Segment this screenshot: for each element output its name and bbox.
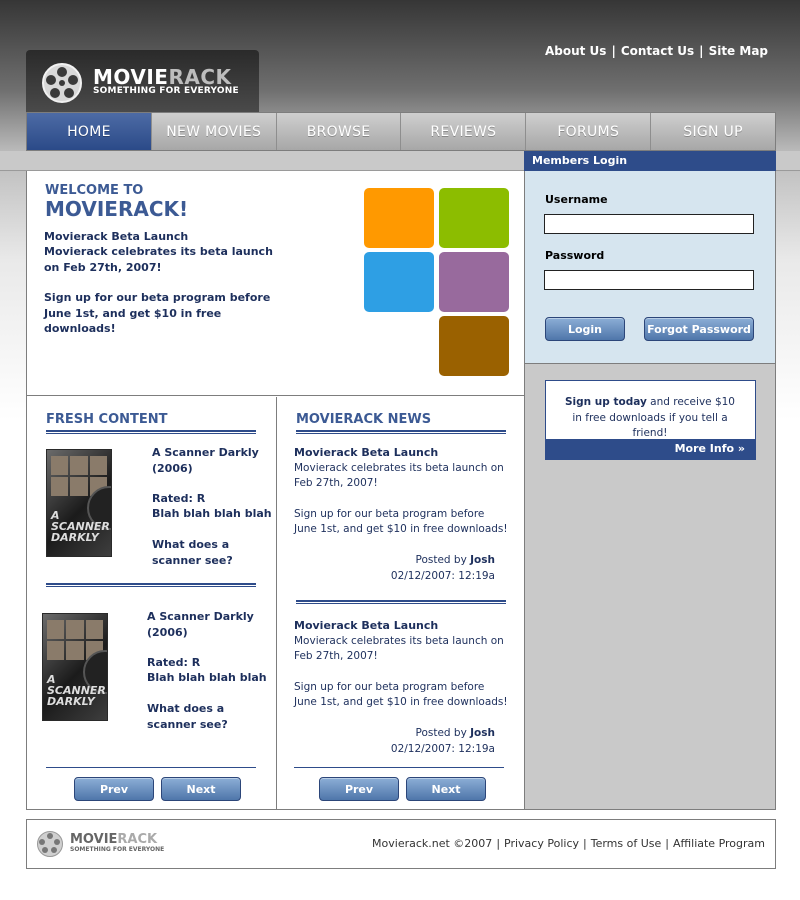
login-form: Username Password Login Forgot Password — [525, 171, 775, 364]
divider — [46, 430, 256, 434]
nav-browse[interactable]: BROWSE — [275, 113, 401, 150]
main-nav: HOME NEW MOVIES BROWSE REVIEWS FORUMS SI… — [26, 112, 776, 151]
nav-reviews[interactable]: REVIEWS — [400, 113, 525, 150]
divider — [296, 430, 506, 434]
prev-button[interactable]: Prev — [319, 777, 399, 801]
divider — [296, 600, 506, 604]
logo[interactable]: MOVIERACK SOMETHING FOR EVERYONE — [26, 50, 259, 112]
movie-title-link[interactable]: A Scanner Darkly (2006) — [147, 609, 272, 640]
movie-rating: Rated: R — [152, 492, 206, 505]
news-item-title[interactable]: Movierack Beta Launch — [294, 445, 509, 461]
logo-tagline: SOMETHING FOR EVERYONE — [93, 86, 239, 96]
film-reel-icon — [37, 831, 63, 857]
orange-square — [364, 188, 434, 248]
about-us-link[interactable]: About Us — [545, 44, 606, 58]
members-login-header: Members Login — [524, 151, 776, 171]
fresh-content-column: FRESH CONTENT A SCANNER DARKLY A Scanner… — [27, 397, 277, 810]
login-button[interactable]: Login — [545, 317, 625, 341]
movie-description: Blah blah blah blah — [147, 671, 267, 684]
purple-square — [439, 252, 509, 312]
news-item: Movierack Beta Launch Movierack celebrat… — [294, 445, 509, 538]
dvd-cover-image[interactable]: A SCANNER DARKLY — [42, 613, 108, 721]
nav-forums[interactable]: FORUMS — [525, 113, 650, 150]
film-reel-icon — [42, 63, 82, 103]
news-item-body: Movierack celebrates its beta launch on … — [294, 461, 504, 490]
fresh-content-title: FRESH CONTENT — [46, 412, 168, 427]
separator: | — [611, 44, 616, 58]
footer-links: Movierack.net ©2007 | Privacy Policy | Terms… — [372, 837, 765, 850]
separator: | — [699, 44, 704, 58]
welcome-body-2: Sign up for our beta program before June… — [44, 291, 271, 335]
green-square — [439, 188, 509, 248]
movie-title-link[interactable]: A Scanner Darkly (2006) — [152, 445, 277, 476]
prev-button[interactable]: Prev — [74, 777, 154, 801]
forgot-password-button[interactable]: Forgot Password — [644, 317, 754, 341]
footer-logo-tagline: SOMETHING FOR EVERYONE — [70, 846, 165, 853]
more-info-link[interactable]: More Info » — [546, 439, 755, 459]
next-button[interactable]: Next — [406, 777, 486, 801]
terms-of-use-link[interactable]: Terms of Use — [591, 837, 662, 850]
news-column: MOVIERACK NEWS Movierack Beta Launch Mov… — [277, 397, 525, 810]
password-input[interactable] — [544, 270, 754, 290]
news-item-title[interactable]: Movierack Beta Launch — [294, 618, 509, 634]
welcome-heading: Movierack Beta Launch — [44, 230, 189, 243]
news-item-body-2: Sign up for our beta program before June… — [294, 507, 508, 536]
author-link[interactable]: Josh — [470, 554, 495, 566]
welcome-small-title: WELCOME TO — [45, 183, 144, 198]
promo-text: Sign up today and receive $10 in free do… — [565, 396, 735, 439]
privacy-policy-link[interactable]: Privacy Policy — [504, 837, 579, 850]
welcome-section: WELCOME TO MOVIERACK! Movierack Beta Lau… — [27, 171, 524, 396]
username-label: Username — [545, 193, 608, 206]
news-item: Movierack Beta Launch Movierack celebrat… — [294, 618, 509, 711]
contact-us-link[interactable]: Contact Us — [621, 44, 694, 58]
affiliate-program-link[interactable]: Affiliate Program — [673, 837, 765, 850]
username-input[interactable] — [544, 214, 754, 234]
blue-square — [364, 252, 434, 312]
divider — [294, 767, 504, 768]
copyright-text: Movierack.net ©2007 — [372, 837, 493, 850]
site-map-link[interactable]: Site Map — [709, 44, 768, 58]
movie-question: What does a scanner see? — [152, 538, 233, 567]
news-item-date: 02/12/2007: 12:19a — [390, 742, 495, 755]
news-item-meta: Posted by Josh 02/12/2007: 12:19a — [294, 726, 495, 757]
news-item-body: Movierack celebrates its beta launch on … — [294, 634, 504, 663]
password-label: Password — [545, 249, 605, 262]
brown-square — [439, 316, 509, 376]
nav-new-movies[interactable]: NEW MOVIES — [150, 113, 276, 150]
divider — [46, 767, 256, 768]
welcome-big-title: MOVIERACK! — [45, 197, 189, 221]
footer-logo-title[interactable]: MOVIERACK — [70, 832, 157, 847]
nav-home[interactable]: HOME — [27, 113, 151, 150]
dvd-cover-image[interactable]: A SCANNER DARKLY — [46, 449, 112, 557]
nav-sign-up[interactable]: SIGN UP — [650, 113, 775, 150]
next-button[interactable]: Next — [161, 777, 241, 801]
movie-rating: Rated: R — [147, 656, 201, 669]
divider — [46, 583, 256, 587]
movie-description: Blah blah blah blah — [152, 507, 272, 520]
welcome-body: Movierack celebrates its beta launch on … — [44, 245, 273, 274]
news-item-meta: Posted by Josh 02/12/2007: 12:19a — [294, 553, 495, 584]
news-title: MOVIERACK NEWS — [296, 412, 432, 427]
movie-question: What does a scanner see? — [147, 702, 228, 731]
footer: MOVIERACK SOMETHING FOR EVERYONE Moviera… — [26, 819, 776, 869]
signup-promo: Sign up today and receive $10 in free do… — [545, 380, 756, 460]
sidebar: Username Password Login Forgot Password … — [524, 171, 776, 810]
main-content: WELCOME TO MOVIERACK! Movierack Beta Lau… — [26, 171, 525, 810]
top-links: About Us | Contact Us | Site Map — [545, 44, 768, 58]
news-item-body-2: Sign up for our beta program before June… — [294, 680, 508, 709]
news-item-date: 02/12/2007: 12:19a — [390, 569, 495, 582]
author-link[interactable]: Josh — [470, 727, 495, 739]
